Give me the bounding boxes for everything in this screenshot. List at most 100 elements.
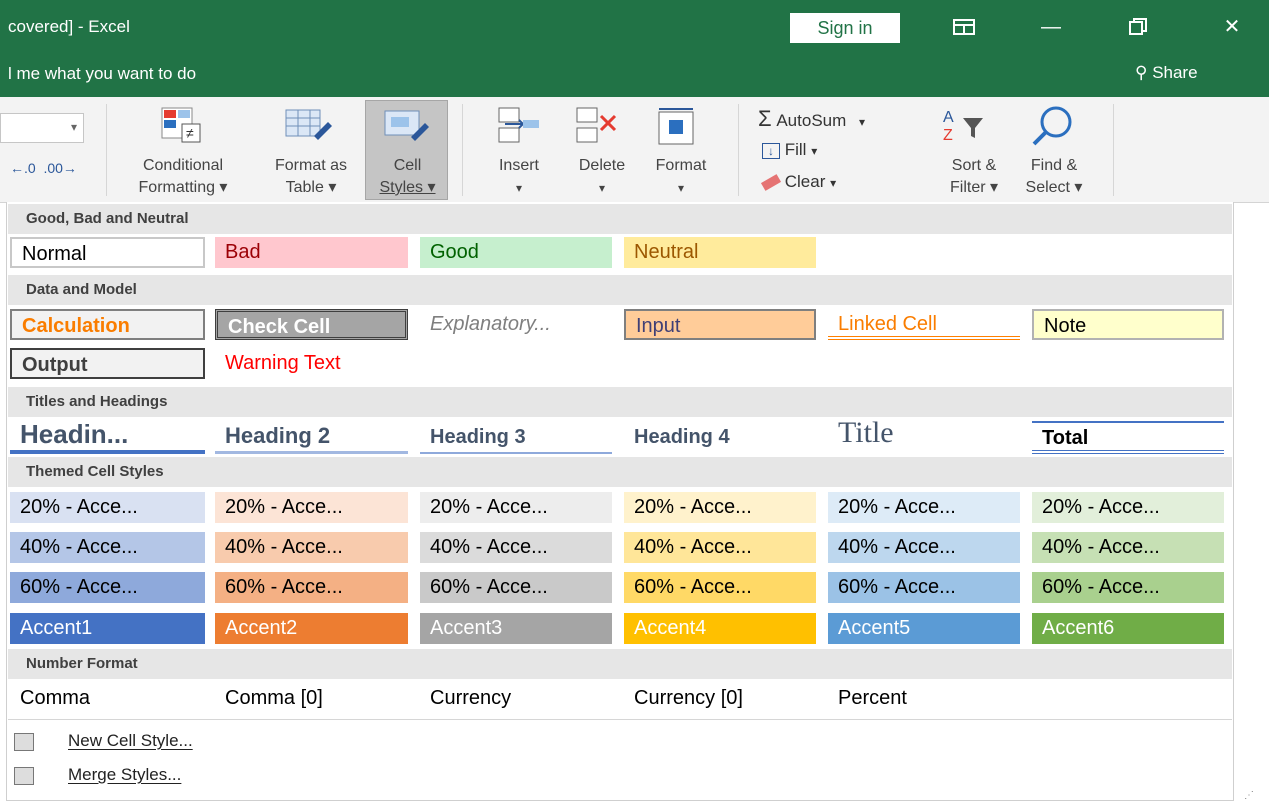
chevron-down-icon: ▾ [598,181,606,195]
insert-button[interactable]: Insert ▾ [484,155,554,199]
style-60-accent5[interactable]: 60% - Acce... [828,572,1020,603]
style-heading-2[interactable]: Heading 2 [215,420,408,454]
conditional-formatting-label-2: Formatting ▾ [138,179,228,196]
svg-text:≠: ≠ [186,125,194,141]
cell-styles-icon [383,107,429,154]
style-input[interactable]: Input [624,309,816,340]
style-heading-3[interactable]: Heading 3 [420,422,612,454]
ribbon-display-options-icon[interactable] [944,12,984,42]
style-neutral[interactable]: Neutral [624,237,816,268]
style-title[interactable]: Title [828,416,1020,452]
style-comma-0[interactable]: Comma [0] [215,683,408,714]
insert-cells-icon [497,106,543,153]
search-icon [1028,104,1076,153]
style-40-accent4[interactable]: 40% - Acce... [624,532,816,563]
sort-filter-icon: AZ [943,106,991,151]
fill-button[interactable]: ↓ Fill ▾ [762,140,817,160]
style-warning-text[interactable]: Warning Text [215,348,408,379]
sort-filter-button[interactable]: Sort & Filter ▾ [934,155,1014,199]
autosum-button[interactable]: Σ AutoSum ▾ [758,106,865,132]
format-as-table-label-2: Table ▾ [285,179,337,196]
style-percent[interactable]: Percent [828,683,1020,714]
section-header: Good, Bad and Neutral [8,204,1232,234]
style-bad[interactable]: Bad [215,237,408,268]
style-currency-0[interactable]: Currency [0] [624,683,816,714]
merge-styles-menu-item[interactable]: Merge Styles... [68,765,181,785]
style-60-accent4[interactable]: 60% - Acce... [624,572,816,603]
conditional-formatting-button[interactable]: Conditional Formatting ▾ [118,155,248,199]
style-accent3[interactable]: Accent3 [420,613,612,644]
share-button[interactable]: ⚲ Share [1135,63,1198,83]
style-output[interactable]: Output [10,348,205,379]
style-60-accent1[interactable]: 60% - Acce... [10,572,205,603]
decimal-buttons[interactable]: ←.0 .00→ [10,160,77,176]
close-icon[interactable]: ✕ [1212,12,1252,42]
clear-label: Clear [784,172,826,191]
style-good[interactable]: Good [420,237,612,268]
restore-icon[interactable] [1118,12,1158,42]
tell-me-search[interactable]: l me what you want to do [8,64,196,84]
style-accent5[interactable]: Accent5 [828,613,1020,644]
divider [462,104,463,196]
style-accent6[interactable]: Accent6 [1032,613,1224,644]
insert-label: Insert [498,157,539,174]
format-as-table-icon [284,106,334,148]
style-currency[interactable]: Currency [420,683,612,714]
style-check-cell[interactable]: Check Cell [215,309,408,340]
style-accent2[interactable]: Accent2 [215,613,408,644]
style-comma[interactable]: Comma [10,683,205,714]
section-header: Themed Cell Styles [8,457,1232,487]
find-select-label-2: Select ▾ [1025,179,1083,196]
minimize-icon[interactable]: — [1031,12,1071,42]
style-40-accent3[interactable]: 40% - Acce... [420,532,612,563]
style-20-accent6[interactable]: 20% - Acce... [1032,492,1224,523]
style-60-accent2[interactable]: 60% - Acce... [215,572,408,603]
style-20-accent2[interactable]: 20% - Acce... [215,492,408,523]
sort-filter-label-1: Sort & [951,157,997,174]
style-60-accent3[interactable]: 60% - Acce... [420,572,612,603]
delete-button[interactable]: Delete ▾ [563,155,641,199]
chevron-down-icon: ▾ [811,144,818,158]
style-total[interactable]: Total [1032,421,1224,454]
conditional-formatting-label-1: Conditional [142,157,224,174]
chevron-down-icon: ▾ [677,181,685,195]
format-as-table-button[interactable]: Format as Table ▾ [256,155,366,199]
format-button[interactable]: Format ▾ [642,155,720,199]
style-20-accent5[interactable]: 20% - Acce... [828,492,1020,523]
cell-styles-button[interactable]: Cell Styles ▾ [365,100,448,200]
style-20-accent1[interactable]: 20% - Acce... [10,492,205,523]
clear-button[interactable]: Clear ▾ [760,172,837,192]
style-40-accent5[interactable]: 40% - Acce... [828,532,1020,563]
style-20-accent3[interactable]: 20% - Acce... [420,492,612,523]
merge-styles-icon [14,767,34,785]
style-heading-1[interactable]: Headin... [10,418,205,454]
chevron-down-icon: ▾ [515,181,523,195]
conditional-formatting-icon: ≠ [160,106,206,148]
style-40-accent6[interactable]: 40% - Acce... [1032,532,1224,563]
style-note[interactable]: Note [1032,309,1224,340]
sort-filter-label-2: Filter ▾ [949,179,999,196]
sign-in-button[interactable]: Sign in [790,13,900,43]
style-40-accent2[interactable]: 40% - Acce... [215,532,408,563]
style-accent4[interactable]: Accent4 [624,613,816,644]
autosum-label: AutoSum [776,111,847,130]
style-linked-cell[interactable]: Linked Cell [828,309,1020,340]
find-select-button[interactable]: Find & Select ▾ [1012,155,1096,199]
style-40-accent1[interactable]: 40% - Acce... [10,532,205,563]
style-accent1[interactable]: Accent1 [10,613,205,644]
resize-grip-icon[interactable]: ⋰ [1244,790,1254,801]
style-20-accent4[interactable]: 20% - Acce... [624,492,816,523]
section-header: Number Format [8,649,1232,679]
style-calculation[interactable]: Calculation [10,309,205,340]
chevron-down-icon: ▾ [830,176,837,190]
style-explanatory[interactable]: Explanatory... [420,309,612,340]
svg-text:Z: Z [943,127,953,144]
number-format-dropdown[interactable]: ▾ [0,113,84,143]
style-60-accent6[interactable]: 60% - Acce... [1032,572,1224,603]
style-normal[interactable]: Normal [10,237,205,268]
user-icon: ⚲ [1135,63,1148,82]
delete-label: Delete [578,157,626,174]
style-heading-4[interactable]: Heading 4 [624,422,816,454]
format-as-table-label-1: Format as [274,157,347,174]
new-cell-style-menu-item[interactable]: New Cell Style... [68,731,193,751]
